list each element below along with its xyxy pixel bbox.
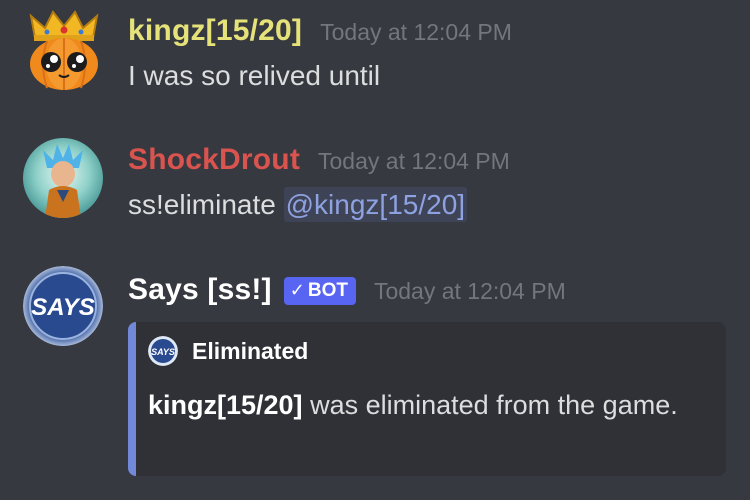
embed-description: kingz[15/20] was eliminated from the gam…	[148, 386, 708, 424]
user-mention[interactable]: @kingz[15/20]	[283, 187, 468, 222]
message-text: ss!eliminate @kingz[15/20]	[128, 187, 468, 222]
pumpkin-crown-avatar-icon[interactable]	[25, 8, 103, 90]
message-header: ShockDrout Today at 12:04 PM	[128, 143, 510, 177]
username[interactable]: ShockDrout	[128, 143, 300, 177]
verified-check-icon: ✓	[289, 280, 305, 300]
eliminated-username: kingz[15/20]	[148, 390, 303, 420]
bot-tag: ✓ BOT	[283, 276, 356, 305]
username[interactable]: Says [ss!]	[128, 273, 272, 307]
svg-text:SAYS: SAYS	[31, 294, 95, 321]
message-text: I was so relived until	[128, 60, 381, 91]
username[interactable]: kingz[15/20]	[128, 14, 302, 48]
says-logo-icon: SAYS	[148, 336, 178, 366]
message-header: kingz[15/20] Today at 12:04 PM	[128, 14, 512, 48]
anime-character-avatar-icon[interactable]	[23, 138, 103, 218]
bot-tag-label: BOT	[307, 279, 348, 301]
timestamp: Today at 12:04 PM	[373, 278, 566, 304]
command-text: ss!eliminate	[128, 189, 284, 220]
message-header: Says [ss!] ✓ BOT Today at 12:04 PM	[128, 273, 566, 308]
embed: SAYS Eliminated kingz[15/20] was elimina…	[128, 322, 726, 476]
timestamp: Today at 12:04 PM	[318, 148, 510, 174]
svg-text:SAYS: SAYS	[151, 347, 175, 357]
embed-description-text: was eliminated from the game.	[302, 390, 678, 420]
timestamp: Today at 12:04 PM	[320, 19, 512, 45]
embed-author-name: Eliminated	[192, 337, 309, 364]
embed-author: SAYS Eliminated	[148, 336, 308, 366]
says-logo-avatar-icon[interactable]: SAYS	[23, 266, 103, 346]
chat-messages: kingz[15/20] Today at 12:04 PM I was so …	[0, 0, 750, 500]
